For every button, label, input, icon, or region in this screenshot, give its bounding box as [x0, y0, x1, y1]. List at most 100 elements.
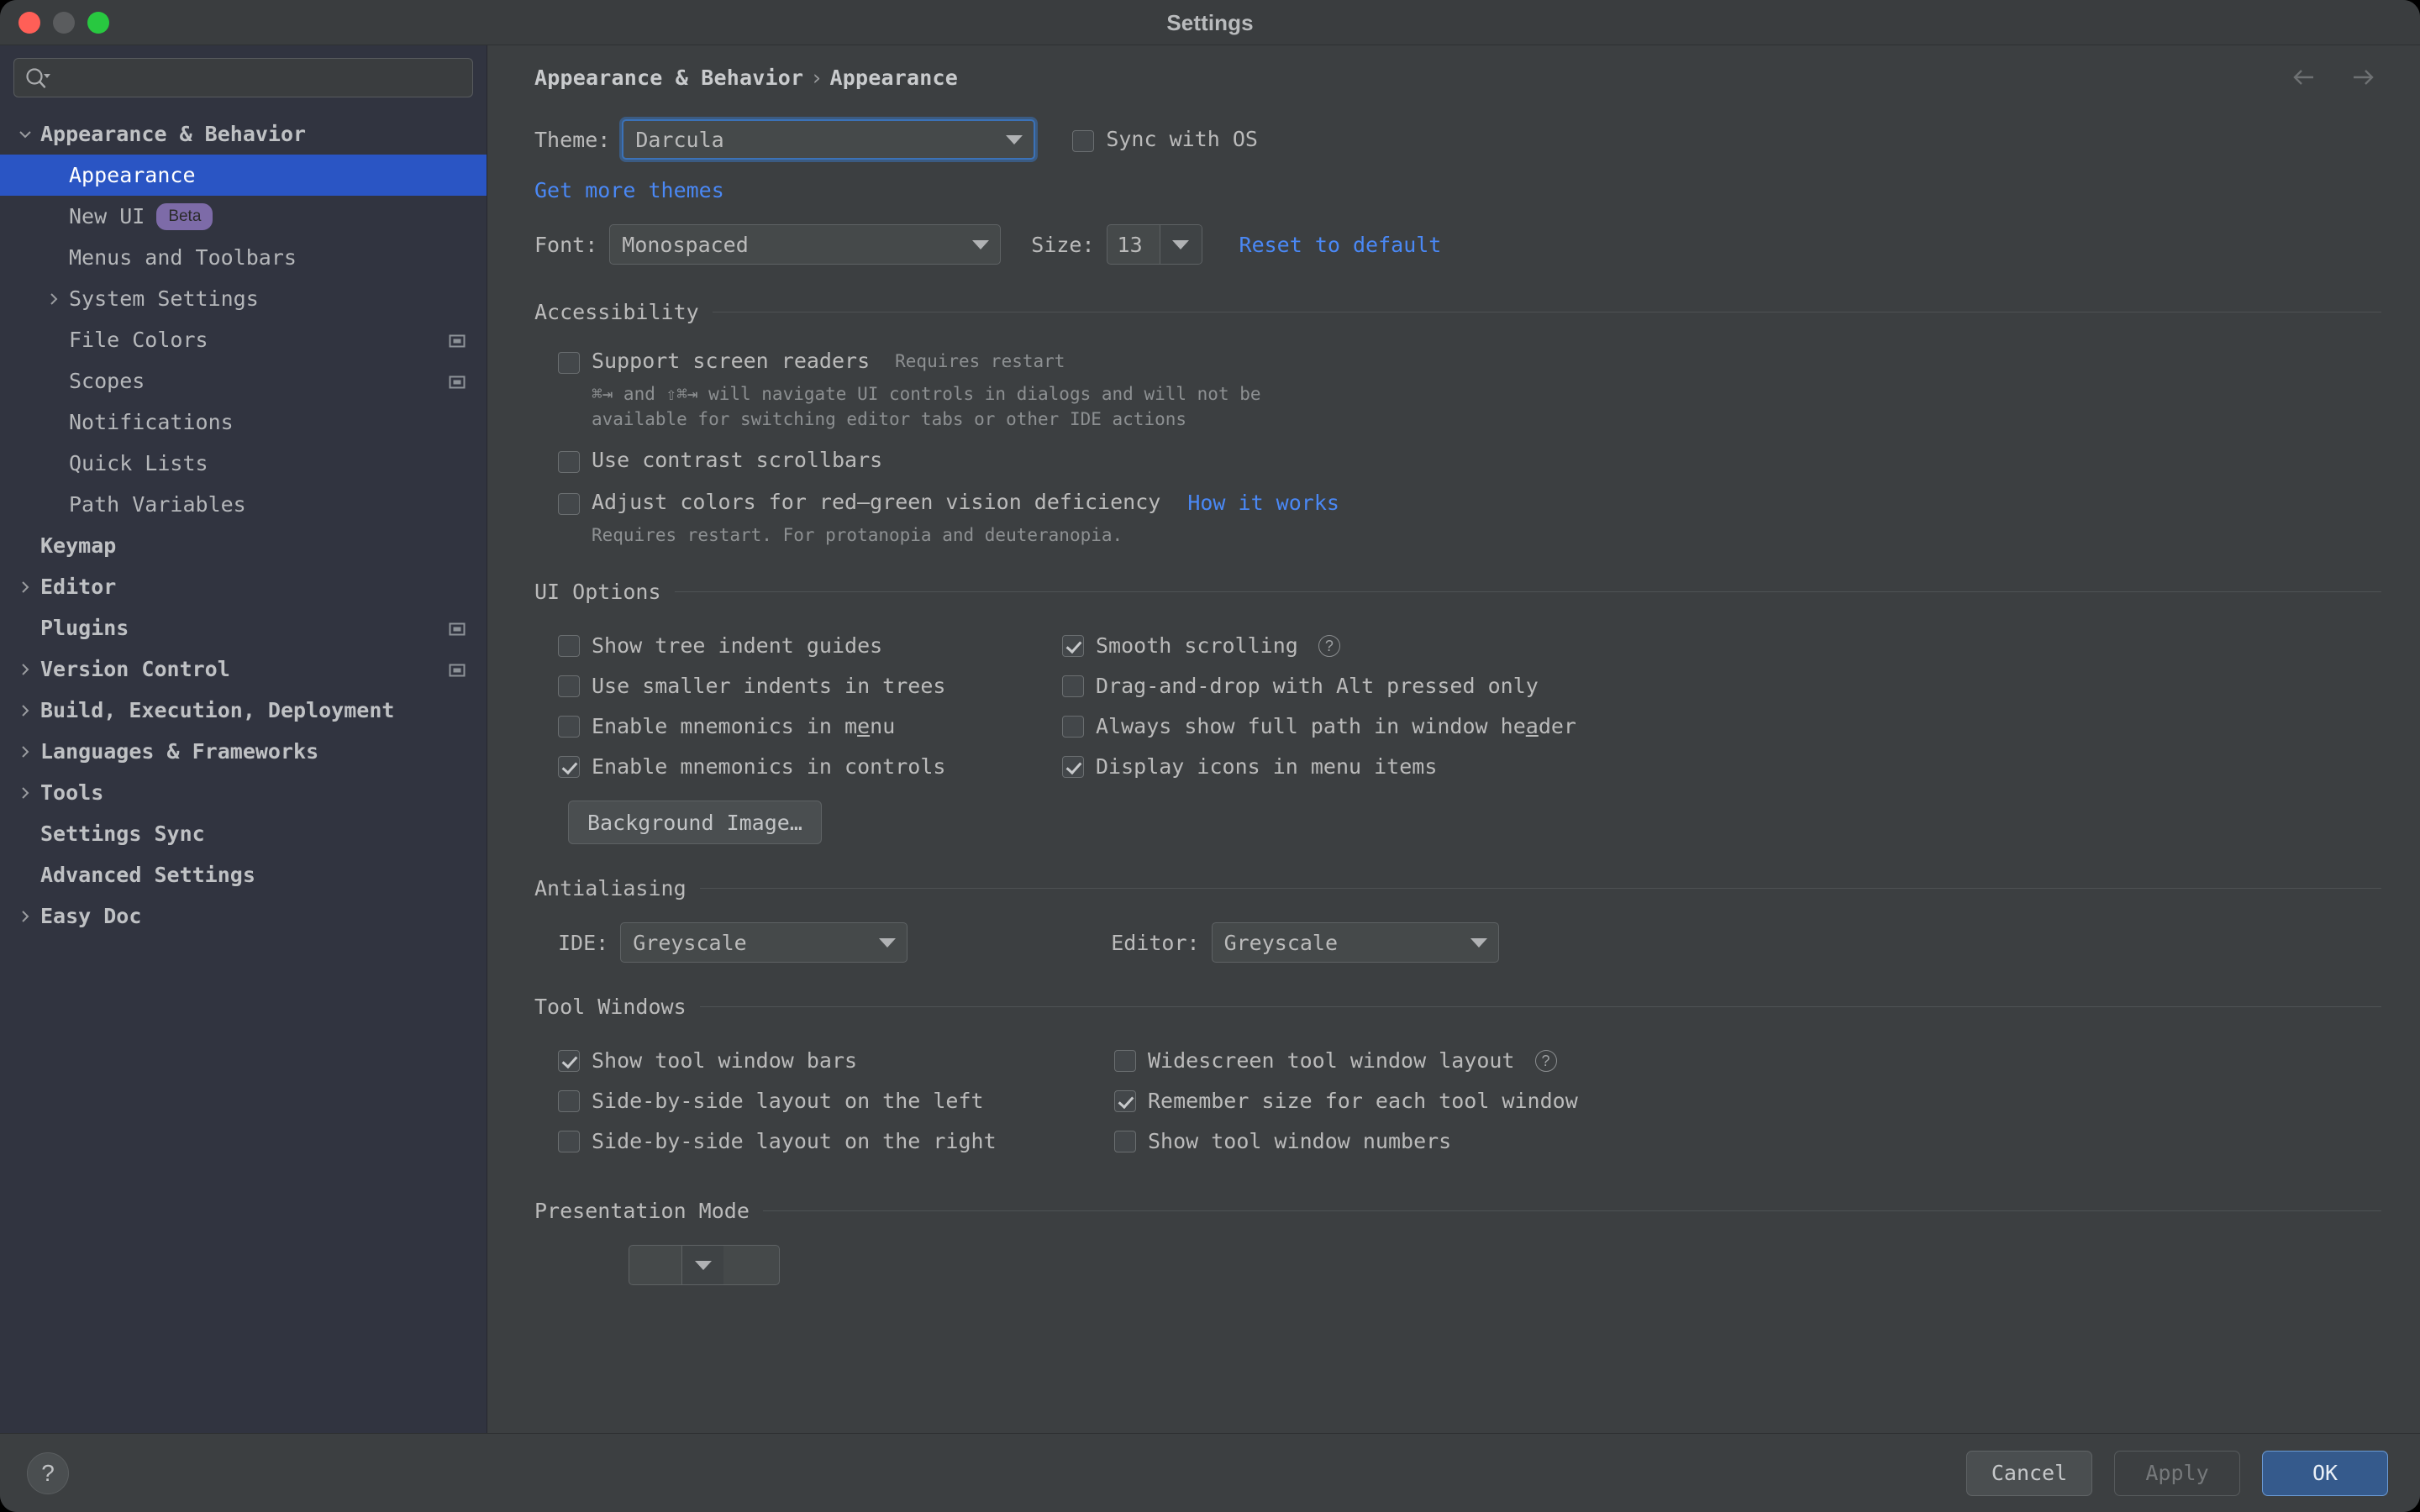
checkbox-row-side-by-side-layout-on-the-right[interactable]: Side-by-side layout on the right	[558, 1121, 1114, 1162]
presentation-mode-font-size-value[interactable]	[629, 1246, 681, 1284]
checkbox-row-show-tree-indent-guides[interactable]: Show tree indent guides	[558, 626, 1062, 666]
chevron-right-icon[interactable]	[13, 699, 37, 722]
sync-with-os-checkbox[interactable]	[1072, 129, 1095, 152]
checkbox-row-show-tool-window-numbers[interactable]: Show tool window numbers	[1114, 1121, 2381, 1162]
sidebar-item-label: Appearance	[69, 163, 196, 187]
checkbox-row-widescreen-tool-window-layout[interactable]: Widescreen tool window layout?	[1114, 1041, 2381, 1081]
search-box[interactable]	[13, 58, 473, 97]
checkbox-row-side-by-side-layout-on-the-left[interactable]: Side-by-side layout on the left	[558, 1081, 1114, 1121]
sidebar-item-advanced-settings[interactable]: Advanced Settings	[0, 854, 487, 895]
chevron-down-icon[interactable]	[1159, 225, 1202, 264]
checkbox-row-use-smaller-indents-in-trees[interactable]: Use smaller indents in trees	[558, 666, 1062, 706]
font-size-label: Size:	[1031, 232, 1095, 257]
ok-button[interactable]: OK	[2262, 1450, 2388, 1496]
font-size-value[interactable]: 13	[1107, 225, 1160, 264]
red-green-checkbox[interactable]	[558, 492, 580, 515]
sidebar-item-file-colors[interactable]: File Colors	[0, 319, 487, 360]
sidebar-item-languages-frameworks[interactable]: Languages & Frameworks	[0, 731, 487, 772]
get-more-themes-link[interactable]: Get more themes	[534, 178, 724, 202]
chevron-down-icon[interactable]	[681, 1246, 723, 1284]
red-green-row[interactable]: Adjust colors for red–green vision defic…	[558, 489, 2381, 516]
reset-to-default-link[interactable]: Reset to default	[1239, 233, 1442, 257]
sidebar-item-scopes[interactable]: Scopes	[0, 360, 487, 402]
chevron-right-icon[interactable]	[13, 575, 37, 599]
sidebar-item-editor[interactable]: Editor	[0, 566, 487, 607]
tool-windows-section-title: Tool Windows	[534, 995, 687, 1019]
sidebar-item-quick-lists[interactable]: Quick Lists	[0, 443, 487, 484]
sidebar-item-new-ui[interactable]: New UI Beta	[0, 196, 487, 237]
sidebar-item-version-control[interactable]: Version Control	[0, 648, 487, 690]
checkbox-row-always-show-full-path-in-window-header[interactable]: Always show full path in window header	[1062, 706, 2381, 747]
search-input[interactable]	[53, 66, 462, 89]
red-green-hint: Requires restart. For protanopia and deu…	[592, 525, 1123, 545]
support-screen-readers-row[interactable]: Support screen readers Requires restart	[558, 348, 2381, 375]
chevron-right-icon[interactable]	[42, 287, 66, 311]
checkbox[interactable]	[1114, 1131, 1136, 1152]
cancel-button[interactable]: Cancel	[1966, 1450, 2092, 1496]
sidebar-item-plugins[interactable]: Plugins	[0, 607, 487, 648]
theme-select[interactable]: Darcula	[622, 119, 1036, 160]
background-image-button[interactable]: Background Image…	[568, 801, 822, 844]
checkbox-row-drag-and-drop-with-alt-pressed-only[interactable]: Drag-and-drop with Alt pressed only	[1062, 666, 2381, 706]
help-button[interactable]: ?	[27, 1452, 69, 1494]
breadcrumb-current: Appearance	[829, 65, 959, 90]
font-select[interactable]: Monospaced	[609, 224, 1002, 265]
sidebar-item-build-execution-deployment[interactable]: Build, Execution, Deployment	[0, 690, 487, 731]
contrast-scrollbars-checkbox[interactable]	[558, 450, 580, 473]
sidebar-item-label: Tools	[40, 780, 104, 805]
sidebar-item-easy-doc[interactable]: Easy Doc	[0, 895, 487, 937]
presentation-mode-font-size-spinner[interactable]	[629, 1245, 780, 1285]
breadcrumb-parent[interactable]: Appearance & Behavior	[534, 66, 803, 90]
chevron-right-icon[interactable]	[13, 740, 37, 764]
checkbox-row-show-tool-window-bars[interactable]: Show tool window bars	[558, 1041, 1114, 1081]
back-arrow-icon[interactable]	[2291, 64, 2317, 91]
checkbox[interactable]	[558, 756, 580, 778]
how-it-works-link[interactable]: How it works	[1187, 491, 1339, 515]
sidebar-item-system-settings[interactable]: System Settings	[0, 278, 487, 319]
checkbox[interactable]	[1062, 635, 1084, 657]
sidebar-item-appearance-behavior[interactable]: Appearance & Behavior	[0, 113, 487, 155]
apply-button[interactable]: Apply	[2114, 1450, 2240, 1496]
editor-antialiasing-select[interactable]: Greyscale	[1211, 922, 1499, 963]
checkbox[interactable]	[558, 1131, 580, 1152]
font-size-spinner[interactable]: 13	[1106, 224, 1202, 265]
sidebar-item-notifications[interactable]: Notifications	[0, 402, 487, 443]
checkbox-row-enable-mnemonics-in-controls[interactable]: Enable mnemonics in controls	[558, 747, 1062, 787]
settings-tree: Appearance & Behavior Appearance New UI Bet…	[0, 109, 487, 1433]
help-icon[interactable]: ?	[1318, 635, 1340, 657]
sidebar-item-menus-and-toolbars[interactable]: Menus and Toolbars	[0, 237, 487, 278]
forward-arrow-icon[interactable]	[2349, 64, 2376, 91]
chevron-right-icon[interactable]	[13, 658, 37, 681]
checkbox-row-remember-size-for-each-tool-window[interactable]: Remember size for each tool window	[1114, 1081, 2381, 1121]
checkbox-row-smooth-scrolling[interactable]: Smooth scrolling?	[1062, 626, 2381, 666]
contrast-scrollbars-row[interactable]: Use contrast scrollbars	[558, 447, 2381, 474]
checkbox-row-enable-mnemonics-in-menu[interactable]: Enable mnemonics in menu	[558, 706, 1062, 747]
chevron-right-icon[interactable]	[13, 781, 37, 805]
sync-with-os-row[interactable]: Sync with OS	[1072, 126, 1258, 153]
checkbox[interactable]	[558, 716, 580, 738]
checkbox-row-display-icons-in-menu-items[interactable]: Display icons in menu items	[1062, 747, 2381, 787]
chevron-down-icon[interactable]	[13, 123, 37, 146]
support-screen-readers-checkbox[interactable]	[558, 351, 580, 374]
theme-label: Theme:	[534, 127, 611, 152]
checkbox[interactable]	[558, 635, 580, 657]
checkbox[interactable]	[1062, 716, 1084, 738]
help-icon[interactable]: ?	[1534, 1050, 1557, 1072]
checkbox[interactable]	[558, 1050, 580, 1072]
checkbox[interactable]	[558, 1090, 580, 1112]
checkbox[interactable]	[1114, 1050, 1136, 1072]
ide-antialiasing-select[interactable]: Greyscale	[620, 922, 908, 963]
checkbox[interactable]	[1114, 1090, 1136, 1112]
checkbox[interactable]	[558, 675, 580, 697]
sidebar-item-label: Version Control	[40, 657, 230, 681]
sidebar-item-keymap[interactable]: Keymap	[0, 525, 487, 566]
sidebar-item-settings-sync[interactable]: Settings Sync	[0, 813, 487, 854]
font-label: Font:	[534, 232, 598, 257]
sidebar-item-appearance[interactable]: Appearance	[0, 155, 487, 196]
checkbox[interactable]	[1062, 675, 1084, 697]
chevron-right-icon[interactable]	[13, 905, 37, 928]
sidebar-item-tools[interactable]: Tools	[0, 772, 487, 813]
checkbox[interactable]	[1062, 756, 1084, 778]
sidebar-item-label: Appearance & Behavior	[40, 122, 307, 146]
sidebar-item-path-variables[interactable]: Path Variables	[0, 484, 487, 525]
